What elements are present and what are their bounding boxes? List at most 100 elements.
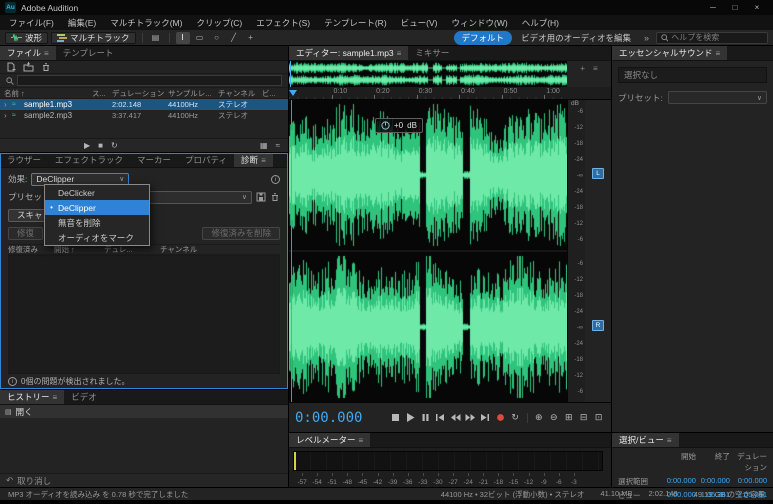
disclosure-icon[interactable]: › [4,111,12,120]
diagnostics-result-list[interactable] [8,255,280,374]
timeline-ruler[interactable]: 0:100:200:300:400:501:00 [289,87,567,100]
menu-item[interactable]: クリップ(C) [189,17,249,29]
tab-editor[interactable]: エディター: sample1.mp3 ≡ [289,46,408,60]
repair-button[interactable]: 修復 [8,227,43,240]
panel-tab[interactable]: マーカー [130,153,178,167]
tab-video[interactable]: ビデオ [64,390,104,404]
crosshair-icon[interactable]: + [580,64,585,73]
overview-canvas[interactable] [289,61,567,87]
waveform-ch1[interactable] [289,100,567,250]
save-preset-icon[interactable] [256,192,266,202]
multitrack-view-button[interactable]: マルチトラック [51,32,136,44]
undo-icon[interactable]: ↶ [6,475,13,486]
dropdown-menu-item[interactable]: オーディオをマーク [45,230,149,245]
undo-label[interactable]: 取り消し [17,475,51,487]
help-search-box[interactable] [656,32,768,44]
menu-item[interactable]: エフェクト(S) [249,17,317,29]
marquee-selection-tool-icon[interactable]: ▭ [193,32,207,44]
disclosure-icon[interactable]: › [4,100,12,109]
fast-forward-button[interactable] [464,410,477,425]
zoom-to-selection-button[interactable]: ⊡ [592,410,605,425]
zoom-out-button[interactable]: ⊖ [547,410,560,425]
file-column-header[interactable]: 名前↑ [4,88,92,99]
new-file-icon[interactable] [6,62,16,72]
zoom-out-amplitude-button[interactable]: ⊟ [577,410,590,425]
trash-icon[interactable] [41,62,51,72]
tab-history[interactable]: ヒストリー ≡ [0,390,64,404]
panel-menu-icon[interactable]: ≡ [261,156,266,165]
overview-playhead[interactable] [290,61,291,87]
meter-body[interactable]: -57-54-51-48-45-42-39-36-33-30-27-24-21-… [289,448,611,487]
dropdown-menu-item[interactable]: DeClicker [45,185,149,200]
skip-forward-button[interactable] [479,410,492,425]
tab-files[interactable]: ファイル ≡ [0,46,56,60]
tab-mixer[interactable]: ミキサー [408,46,456,60]
panel-menu-icon[interactable]: ≡ [716,49,721,58]
panel-tab[interactable]: 診断≡ [234,153,273,167]
panel-options-icon[interactable]: ≡ [593,64,598,73]
vertical-ruler[interactable]: dB-6-12-18-24-∞-24-18-12-6-6-12-18-24-∞-… [567,100,585,402]
minimize-button[interactable]: ─ [702,3,724,12]
spectral-display-icon[interactable]: ▦ [260,141,268,150]
dropdown-menu-item[interactable]: 無音を削除 [45,215,149,230]
preview-stop-icon[interactable]: ■ [98,141,103,150]
tab-templates[interactable]: テンプレート [56,46,121,60]
tab-selection-view[interactable]: 選択/ビュー ≡ [612,433,679,447]
waveform-ch2[interactable] [289,252,567,402]
panel-menu-icon[interactable]: ≡ [667,436,672,445]
time-display[interactable]: 0:00.000 [295,410,387,426]
panel-menu-icon[interactable]: ≡ [53,393,58,402]
delete-repaired-button[interactable]: 修復済みを削除 [202,227,280,240]
paintbrush-selection-tool-icon[interactable]: ╱ [227,32,241,44]
pause-button[interactable] [419,410,432,425]
record-button[interactable] [494,410,507,425]
file-column-header[interactable]: ビ... [262,88,276,99]
essential-preset-select[interactable]: ∨ [668,91,767,104]
menu-item[interactable]: 編集(E) [61,17,103,29]
dropdown-menu-item[interactable]: •DeClipper [45,200,149,215]
panel-menu-icon[interactable]: ≡ [397,49,402,58]
menu-item[interactable]: ヘルプ(H) [515,17,566,29]
menu-item[interactable]: ファイル(F) [2,17,61,29]
lasso-selection-tool-icon[interactable]: ○ [210,32,224,44]
waveform-display-icon[interactable]: ≈ [276,141,280,150]
file-column-header[interactable]: サンプルレ... [168,88,218,99]
rewind-button[interactable] [449,410,462,425]
panel-menu-icon[interactable]: ≡ [359,436,364,445]
tab-level-meter[interactable]: レベルメーター ≡ [289,433,370,447]
file-column-header[interactable]: ス... [92,88,112,99]
zoom-in-amplitude-button[interactable]: ⊞ [562,410,575,425]
workspace-default-button[interactable]: デフォルト [454,31,513,45]
waveform-view-button[interactable]: 波形 [5,32,48,44]
delete-preset-icon[interactable] [270,192,280,202]
menu-item[interactable]: ビュー(V) [394,17,445,29]
stop-button[interactable] [389,410,402,425]
diag-column-header[interactable]: チャンネル [160,244,280,255]
playhead-line[interactable] [291,100,292,402]
file-column-header[interactable]: チャンネル [218,88,262,99]
preview-play-icon[interactable]: ▶ [84,141,90,150]
volume-hud[interactable]: +0 dB [375,118,423,133]
channel-badge[interactable]: R [592,320,604,331]
editor-layout-icon[interactable]: ▤ [149,32,163,44]
skip-back-button[interactable] [434,410,447,425]
panel-menu-icon[interactable]: ≡ [44,49,49,58]
workspace-overflow-icon[interactable]: » [640,33,653,43]
file-row[interactable]: ›≈sample1.mp32:02.14844100Hzステレオ [0,99,288,110]
spot-healing-brush-tool-icon[interactable]: + [244,32,258,44]
waveform-display[interactable]: +0 dB [289,100,567,402]
close-button[interactable]: × [746,3,768,12]
help-search-input[interactable] [671,33,763,42]
info-icon[interactable]: i [271,175,280,184]
zoom-in-button[interactable]: ⊕ [532,410,545,425]
panel-tab[interactable]: エフェクトラック [48,153,130,167]
menu-item[interactable]: マルチトラック(M) [103,17,189,29]
panel-tab[interactable]: プロパティ [178,153,234,167]
volume-knob-icon[interactable] [381,121,390,130]
menu-item[interactable]: テンプレート(R) [317,17,394,29]
play-button[interactable] [404,410,417,425]
preview-loop-icon[interactable]: ↻ [111,141,118,150]
loop-playback-button[interactable]: ↻ [509,410,522,425]
history-item[interactable]: ▤開く [0,405,288,418]
file-column-header[interactable]: デュレーション [112,88,168,99]
